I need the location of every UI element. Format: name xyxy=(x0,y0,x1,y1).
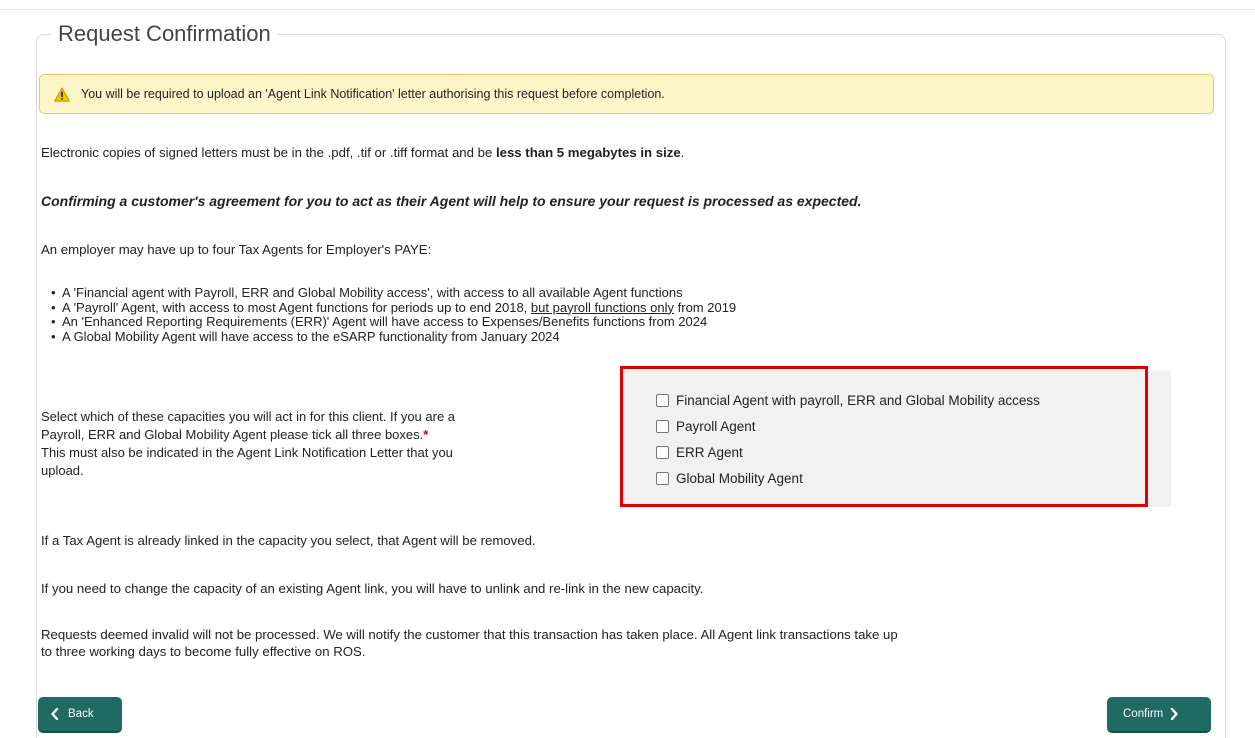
upload-warning-banner: You will be required to upload an 'Agent… xyxy=(39,74,1214,114)
list-item: A 'Payroll' Agent, with access to most A… xyxy=(51,300,736,316)
list-item: An 'Enhanced Reporting Requirements (ERR… xyxy=(51,314,736,330)
warning-text: You will be required to upload an 'Agent… xyxy=(81,87,665,101)
checkbox-payroll-agent[interactable]: Payroll Agent xyxy=(656,415,1040,437)
checkbox-icon[interactable] xyxy=(656,393,669,407)
back-button-label: Back xyxy=(68,708,94,720)
agents-intro-text: An employer may have up to four Tax Agen… xyxy=(41,242,432,257)
back-button[interactable]: Back xyxy=(38,697,122,733)
chevron-left-icon xyxy=(51,708,59,720)
confirm-button-label: Confirm xyxy=(1123,708,1164,720)
invalid-requests-note-line1: Requests deemed invalid will not be proc… xyxy=(41,627,898,642)
linked-agent-note: If a Tax Agent is already linked in the … xyxy=(41,533,536,548)
size-limit-text: less than 5 megabytes in size xyxy=(495,145,681,160)
list-item: A 'Financial agent with Payroll, ERR and… xyxy=(51,285,736,301)
file-format-note: Electronic copies of signed letters must… xyxy=(41,145,685,160)
change-capacity-note: If you need to change the capacity of an… xyxy=(41,581,704,596)
confirm-button[interactable]: Confirm xyxy=(1107,697,1211,733)
capacity-checkbox-group: Financial Agent with payroll, ERR and Gl… xyxy=(656,389,1040,493)
capacity-instructions: Select which of these capacities you wil… xyxy=(41,409,456,478)
invalid-requests-note-line2: to three working days to become fully ef… xyxy=(41,644,366,659)
checkbox-global-mobility-agent[interactable]: Global Mobility Agent xyxy=(656,467,1040,489)
checkbox-icon[interactable] xyxy=(656,471,669,485)
chevron-right-icon xyxy=(1171,708,1178,720)
agreement-emphasis-text: Confirming a customer's agreement for yo… xyxy=(41,193,862,209)
warning-triangle-icon xyxy=(54,86,70,102)
checkbox-icon[interactable] xyxy=(656,419,669,433)
checkbox-err-agent[interactable]: ERR Agent xyxy=(656,441,1040,463)
top-divider xyxy=(0,9,1255,10)
agent-types-list: A 'Financial agent with Payroll, ERR and… xyxy=(51,285,736,345)
section-title: Request Confirmation xyxy=(51,20,278,48)
list-item: A Global Mobility Agent will have access… xyxy=(51,329,736,345)
required-asterisk: * xyxy=(423,427,429,442)
checkbox-icon[interactable] xyxy=(656,445,669,459)
checkbox-financial-agent[interactable]: Financial Agent with payroll, ERR and Gl… xyxy=(656,389,1040,411)
